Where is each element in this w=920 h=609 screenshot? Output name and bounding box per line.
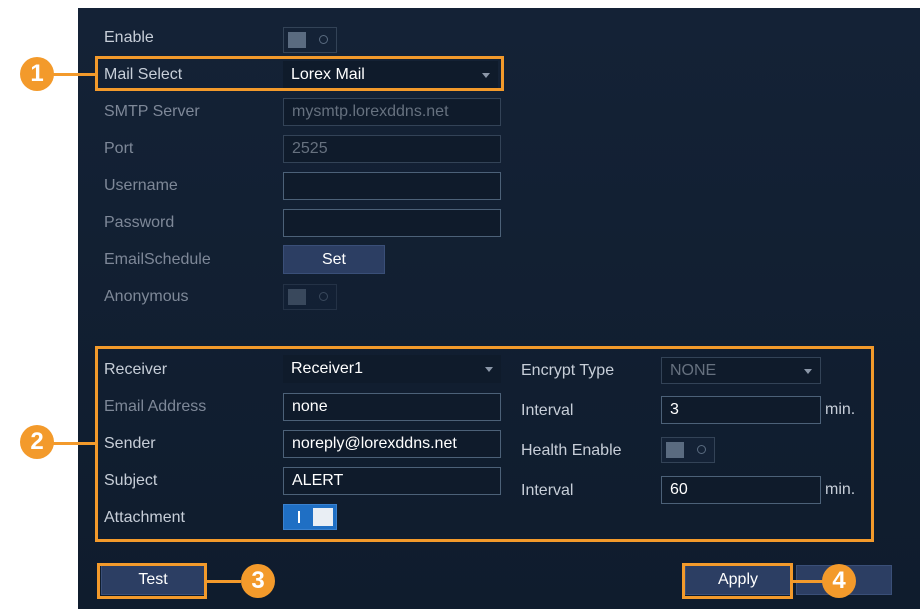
toggle-off-indicator: [319, 292, 328, 301]
username-label: Username: [104, 177, 178, 194]
anonymous-toggle[interactable]: [283, 284, 337, 310]
username-field[interactable]: [283, 172, 501, 200]
password-field[interactable]: [283, 209, 501, 237]
callout-box-mail-select: [95, 56, 504, 91]
callout-connector-1: [51, 73, 97, 76]
callout-badge-3: 3: [241, 564, 275, 598]
callout-badge-1: 1: [20, 57, 54, 91]
callout-badge-4: 4: [822, 564, 856, 598]
port-label: Port: [104, 140, 134, 157]
enable-label: Enable: [104, 29, 154, 46]
callout-connector-4: [793, 580, 823, 583]
toggle-knob: [288, 32, 306, 48]
callout-connector-2: [51, 442, 97, 445]
toggle-off-indicator: [319, 35, 328, 44]
email-schedule-label: EmailSchedule: [104, 251, 211, 268]
toggle-knob: [288, 289, 306, 305]
smtp-server-label: SMTP Server: [104, 103, 200, 120]
password-label: Password: [104, 214, 175, 231]
set-schedule-button[interactable]: Set: [283, 245, 385, 274]
callout-box-receiver-section: [95, 346, 874, 542]
callout-box-test: [97, 563, 207, 599]
callout-box-apply: [682, 563, 793, 599]
enable-toggle[interactable]: [283, 27, 337, 53]
callout-badge-2: 2: [20, 425, 54, 459]
anonymous-label: Anonymous: [104, 288, 189, 305]
callout-connector-3: [207, 580, 241, 583]
port-field[interactable]: 2525: [283, 135, 501, 163]
smtp-server-field[interactable]: mysmtp.lorexddns.net: [283, 98, 501, 126]
